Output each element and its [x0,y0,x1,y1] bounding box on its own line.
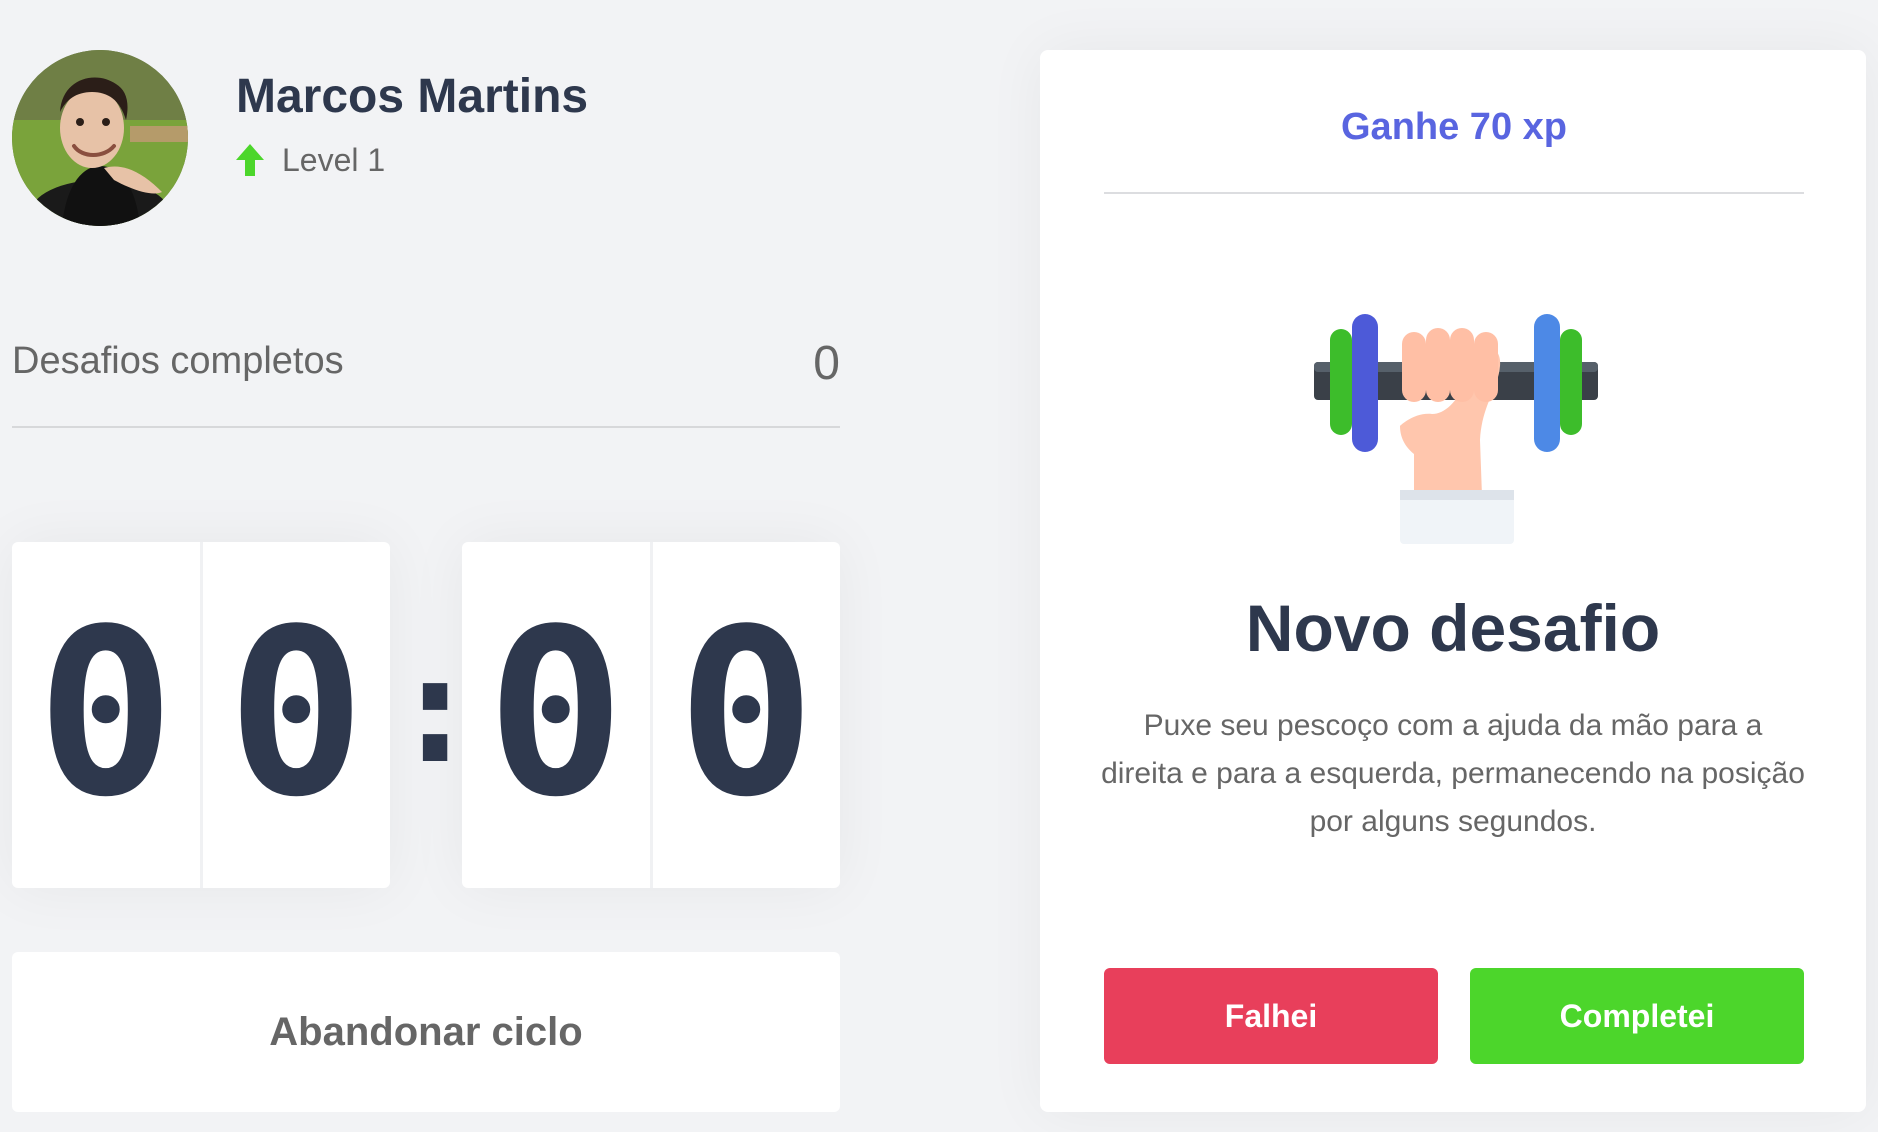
minutes-block: 0 0 [12,542,390,888]
avatar [12,50,188,226]
left-column: Marcos Martins Level 1 Desafios completo… [12,0,840,1132]
challenge-actions: Falhei Completei [1104,968,1804,1064]
avatar-photo [12,50,188,226]
second-tens-digit: 0 [486,581,625,848]
dumbbell-hand-icon [1314,314,1598,544]
minute-ones-digit: 0 [199,542,391,888]
challenge-xp-header: Ganhe 70 xp [1104,50,1804,194]
abandon-cycle-button[interactable]: Abandonar ciclo [12,952,840,1112]
challenge-title: Novo desafio [1245,591,1661,665]
challenge-description: Puxe seu pescoço com a ajuda da mão para… [1101,709,1805,838]
level-up-arrow-icon-graphic [236,144,264,177]
minute-tens-digit: 0 [36,581,175,848]
profile-info: Marcos Martins Level 1 [236,70,588,179]
completed-challenges-count: 0 [813,337,840,390]
seconds-block: 0 0 [462,542,840,888]
completed-challenge-button[interactable]: Completei [1470,968,1804,1064]
completed-challenges: Desafios completos 0 [12,330,840,428]
failed-challenge-button[interactable]: Falhei [1104,968,1438,1064]
time-separator: : [390,623,481,797]
countdown: 0 0 : 0 0 [12,542,840,888]
challenge-card: Ganhe 70 xp Novo desafio Puxe seu pescoç… [1040,50,1866,1112]
completed-challenges-label: Desafios completos [12,340,344,382]
level-up-arrow-icon [236,144,264,177]
level-label: Level 1 [282,141,386,178]
second-ones-digit: 0 [649,542,841,888]
dumbbell-hand-icon-graphic [1314,314,1598,544]
profile-level: Level 1 [236,142,588,179]
profile: Marcos Martins Level 1 [12,50,588,226]
profile-name: Marcos Martins [236,70,589,124]
